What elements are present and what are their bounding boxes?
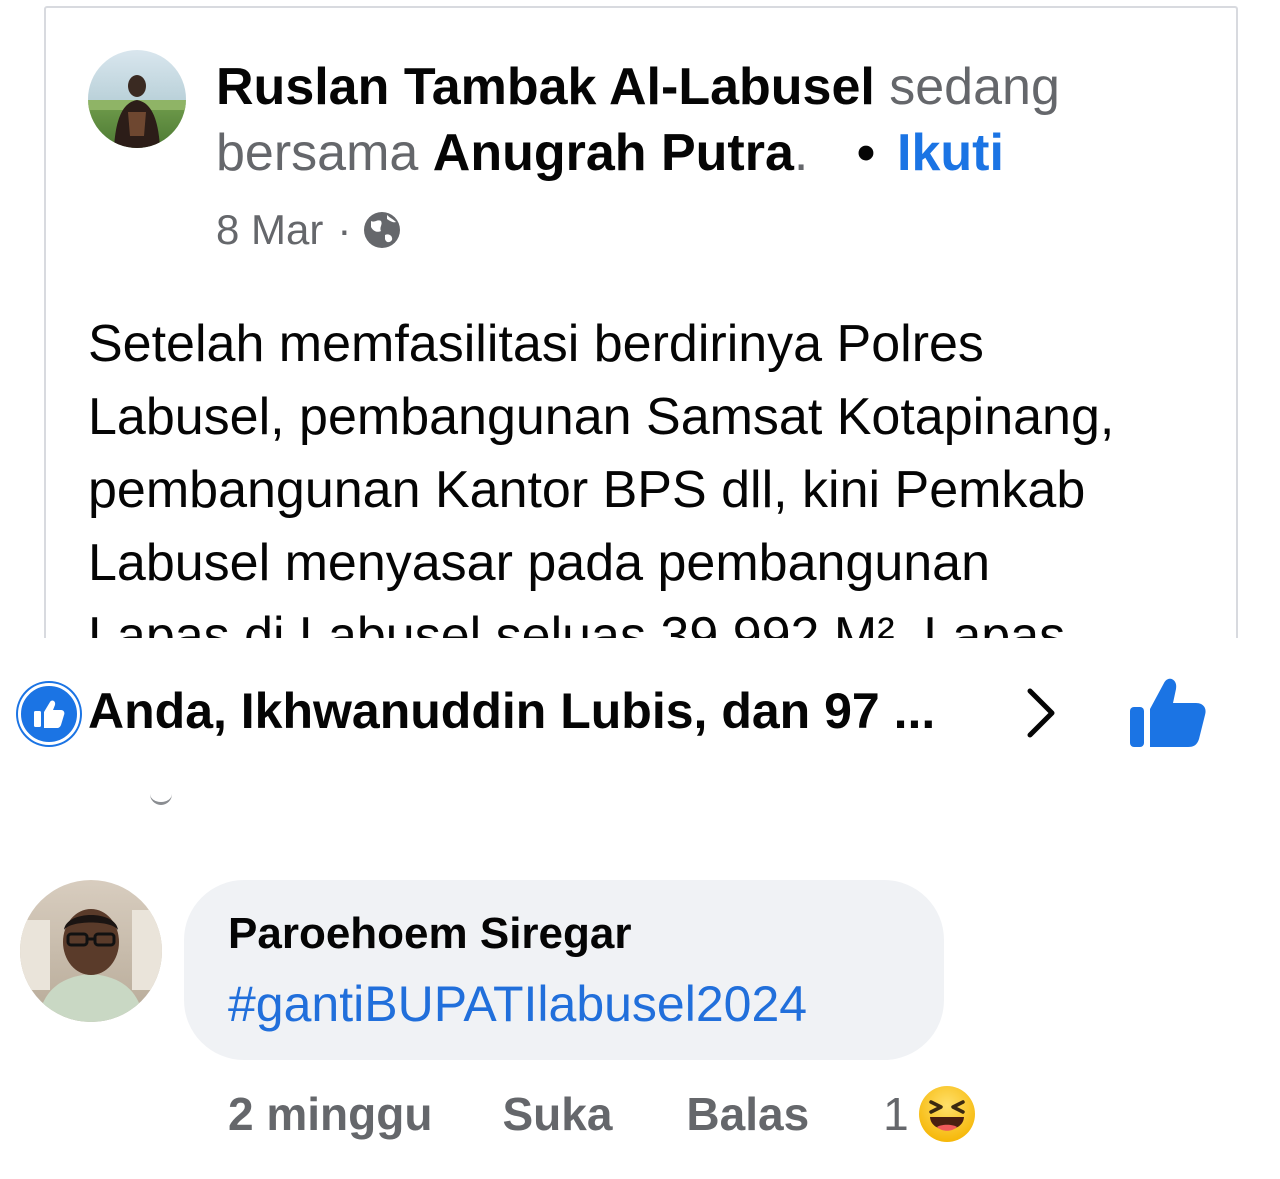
thumbs-up-icon[interactable]: [1124, 675, 1208, 751]
comment-actions: 2 minggu Suka Balas 1: [228, 1082, 977, 1146]
reaction-count[interactable]: 1: [883, 1087, 909, 1141]
comment-author-avatar[interactable]: [20, 880, 162, 1022]
divider-mark: [150, 794, 172, 805]
like-badge-icon: [18, 683, 80, 745]
with-text-b: bersama: [216, 124, 419, 182]
post-header: Ruslan Tambak Al-Labusel sedang bersama …: [216, 54, 1176, 186]
post-author-avatar[interactable]: [88, 50, 186, 148]
reply-button[interactable]: Balas: [686, 1087, 809, 1141]
chevron-right-icon[interactable]: [1020, 683, 1060, 743]
reactions-bar[interactable]: Anda, Ikhwanuddin Lubis, dan 97 ...: [0, 655, 1280, 761]
follow-button[interactable]: Ikuti: [897, 124, 1004, 182]
tag-period: .: [793, 124, 809, 182]
reactions-summary[interactable]: Anda, Ikhwanuddin Lubis, dan 97 ...: [88, 679, 935, 743]
post-body-line: Setelah memfasilitasi berdirinya Polres: [88, 315, 984, 373]
like-comment-button[interactable]: Suka: [502, 1087, 612, 1141]
haha-emoji-icon[interactable]: [917, 1084, 977, 1144]
post-meta: 8 Mar ·: [216, 202, 403, 258]
post-author-name[interactable]: Ruslan Tambak Al-Labusel: [216, 58, 875, 116]
avatar-photo: [20, 880, 162, 1022]
post-date[interactable]: 8 Mar: [216, 202, 323, 258]
comment-bubble[interactable]: Paroehoem Siregar #gantiBUPATIlabusel202…: [184, 880, 944, 1060]
comment-author-name[interactable]: Paroehoem Siregar: [228, 906, 632, 962]
meta-separator: ·: [337, 206, 352, 253]
comment-time[interactable]: 2 minggu: [228, 1087, 432, 1141]
post-card: Ruslan Tambak Al-Labusel sedang bersama …: [44, 6, 1238, 638]
tagged-person-name[interactable]: Anugrah Putra: [433, 124, 794, 182]
post-body: Setelah memfasilitasi berdirinya Polres …: [88, 308, 1218, 638]
globe-icon: [361, 209, 403, 251]
post-body-line: Lapas di Labusel seluas 39.992 M². Lapas: [88, 607, 1066, 638]
header-dot: •: [856, 124, 876, 182]
comment-hashtag-link[interactable]: #gantiBUPATIlabusel2024: [228, 972, 807, 1036]
with-text-a: sedang: [889, 58, 1060, 116]
post-body-line: Labusel menyasar pada pembangunan: [88, 534, 991, 592]
post-body-line: Labusel, pembangunan Samsat Kotapinang,: [88, 388, 1115, 446]
post-body-line: pembangunan Kantor BPS dll, kini Pemkab: [88, 461, 1086, 519]
avatar-photo: [88, 50, 186, 148]
